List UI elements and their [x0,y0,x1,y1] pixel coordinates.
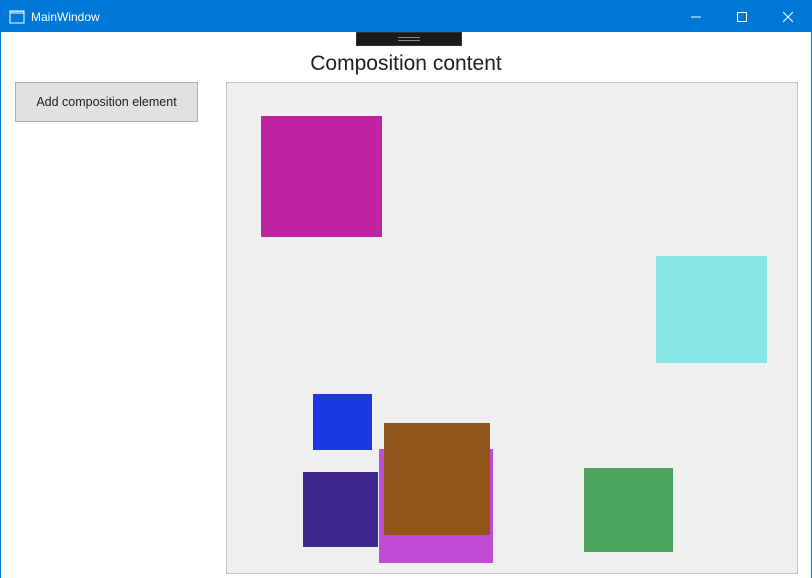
minimize-button[interactable] [673,1,719,32]
brown-square[interactable] [384,423,490,535]
add-composition-element-button[interactable]: Add composition element [15,82,198,122]
composition-heading: Composition content [1,52,811,76]
green-square[interactable] [584,468,673,552]
indigo-square[interactable] [303,472,378,547]
window-title: MainWindow [31,10,100,24]
close-button[interactable] [765,1,811,32]
cyan-square[interactable] [656,256,767,363]
titlebar: MainWindow [1,1,811,32]
app-icon [9,9,25,25]
maximize-button[interactable] [719,1,765,32]
window-controls [673,1,811,32]
composition-canvas[interactable] [226,82,798,574]
blue-square[interactable] [313,394,372,450]
magenta-square[interactable] [261,116,382,237]
splitter-handle[interactable] [356,32,462,46]
client-area: Composition content Add composition elem… [1,32,811,578]
